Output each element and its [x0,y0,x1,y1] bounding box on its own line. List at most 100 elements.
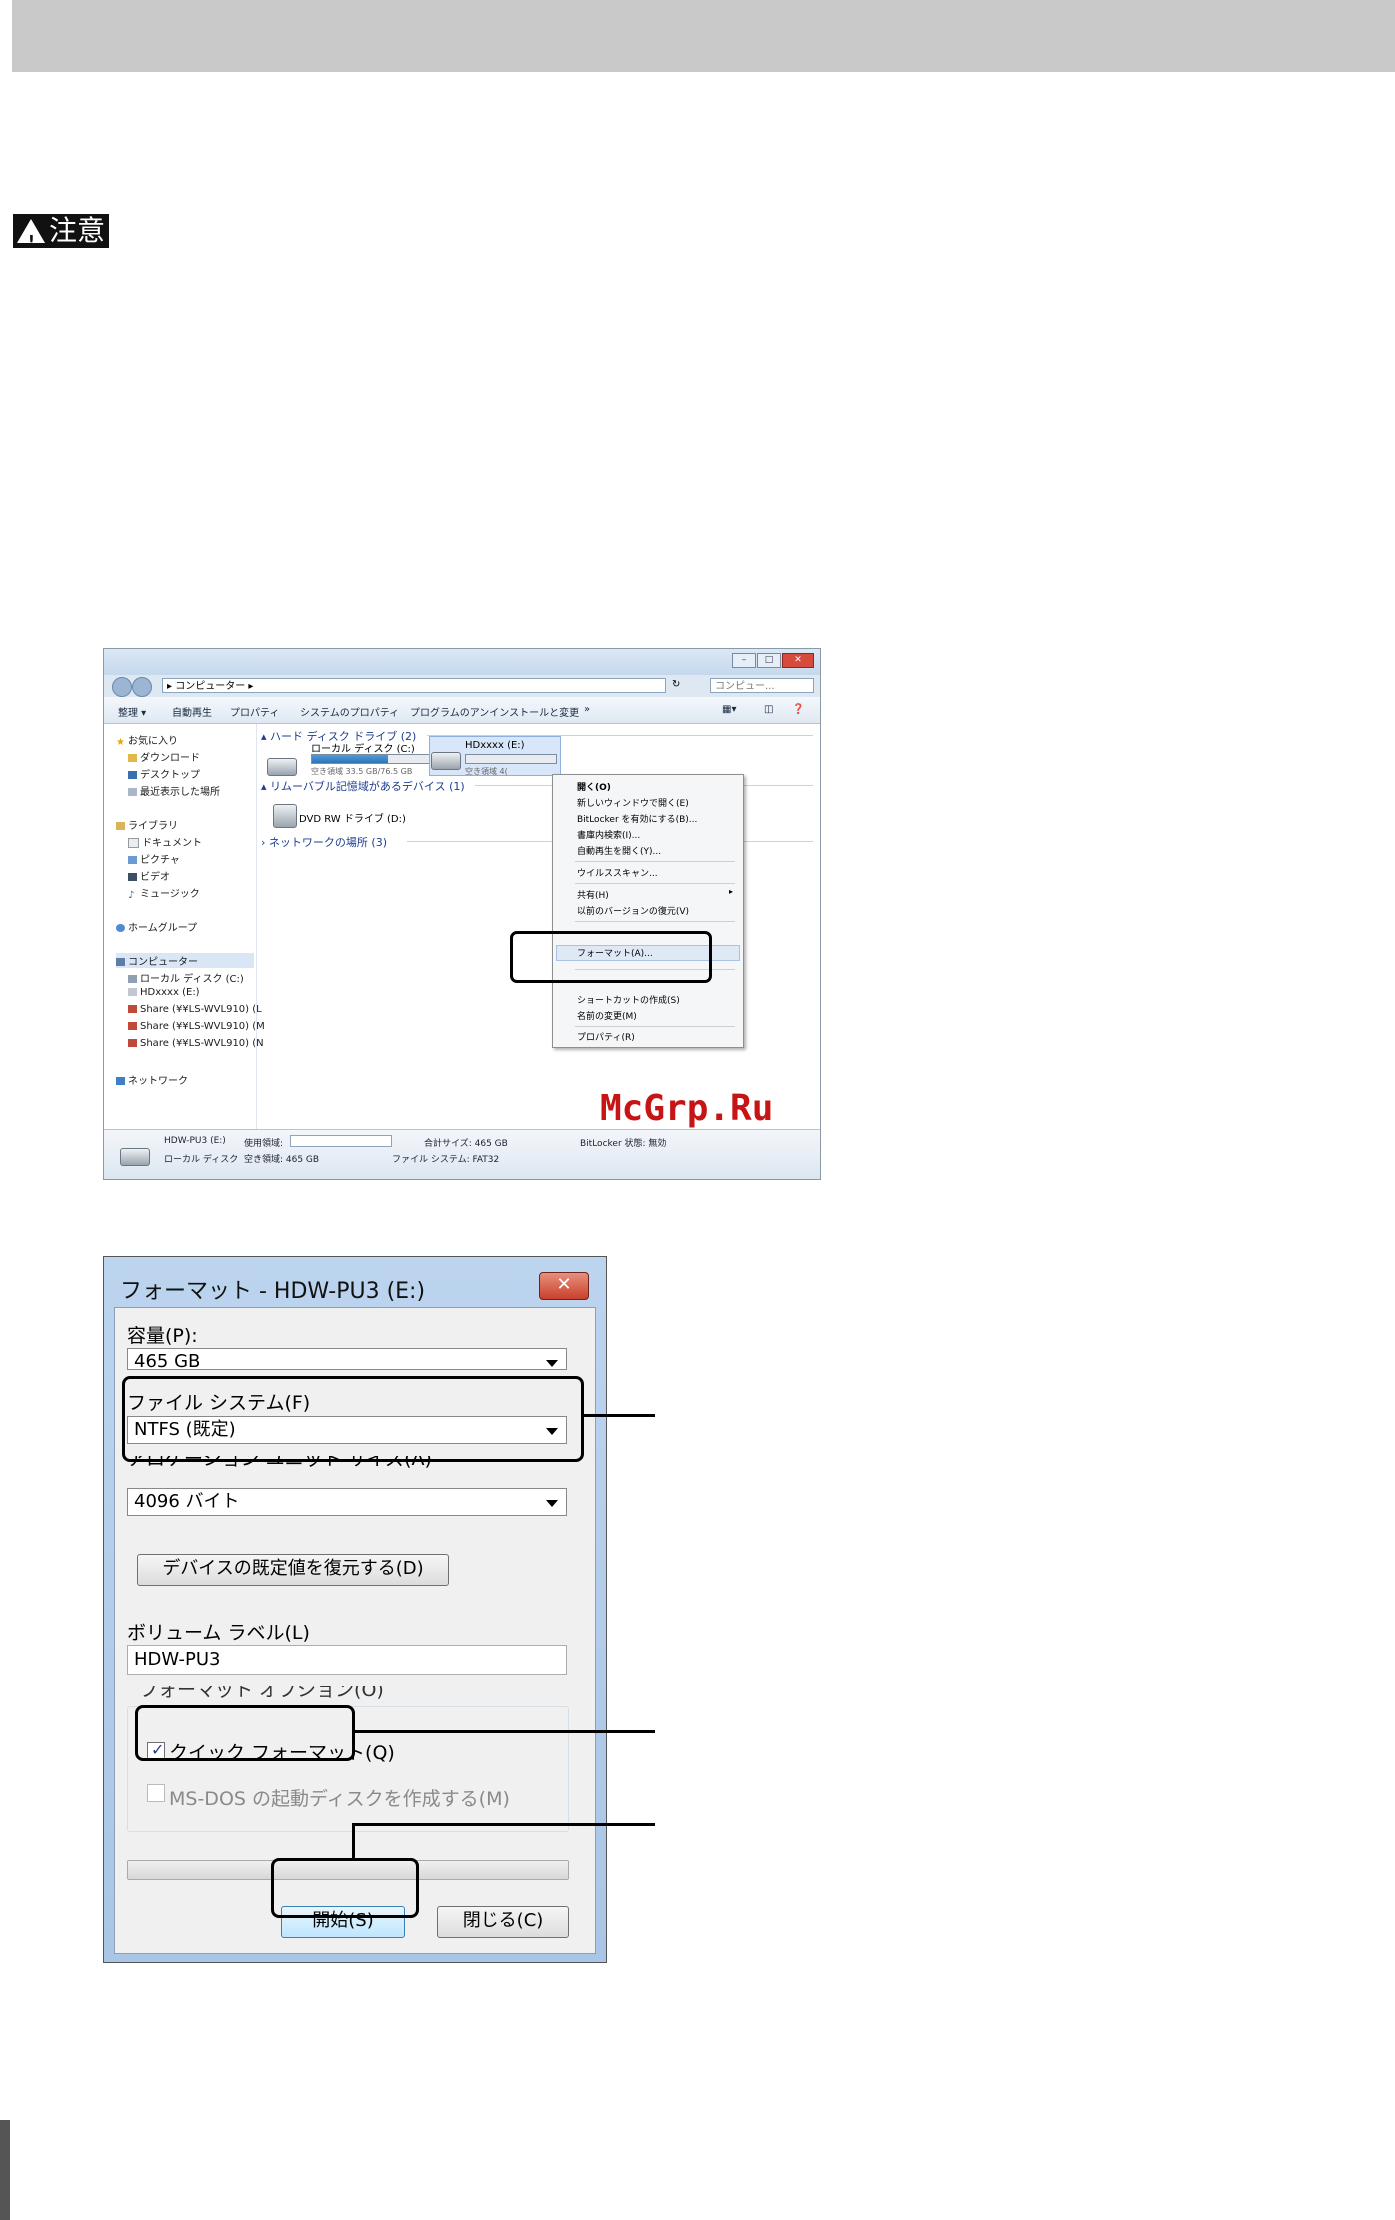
sidebar-item-share-n[interactable]: Share (¥¥LS-WVL910) (N [128,1038,264,1049]
menu-properties[interactable]: プロパティ(R) [577,1030,635,1043]
search-input[interactable]: コンピュー... [710,678,814,693]
address-bar[interactable]: ▸ コンピューター ▸ [162,678,666,693]
quick-format-callout-line [352,1730,655,1733]
sidebar-item-share-m[interactable]: Share (¥¥LS-WVL910) (M [128,1021,265,1032]
computer-icon [116,958,125,966]
sidebar-item-homegroup[interactable]: ホームグループ [116,919,197,934]
menu-bitlocker[interactable]: BitLocker を有効にする(B)... [577,812,697,825]
local-disk-free: 空き領域 33.5 GB/76.5 GB [311,767,413,776]
details-pane: HDW-PU3 (E:) 使用領域: 合計サイズ: 465 GB BitLock… [104,1129,820,1179]
music-icon: ♪ [128,890,135,901]
menu-rename[interactable]: 名前の変更(M) [577,1009,637,1022]
submenu-arrow-icon: ▸ [729,887,734,896]
caution-label: 注意 [49,214,106,247]
sidebar-item-favorites[interactable]: ★ お気に入り [116,732,178,748]
filesystem-callout-box [122,1376,584,1462]
menu-open-new-window[interactable]: 新しいウィンドウで開く(E) [577,796,689,809]
explorer-toolbar: 整理 ▾ 自動再生 プロパティ システムのプロパティ プログラムのアンインストー… [104,697,820,724]
status-drive-name: HDW-PU3 (E:) [164,1136,226,1146]
sidebar-item-music[interactable]: ♪ ミュージック [128,885,200,901]
format-options-label: フォーマット オプション(O) [139,1686,384,1700]
msdos-disk-checkbox[interactable] [147,1784,165,1802]
sidebar-item-local-disk[interactable]: ローカル ディスク (C:) [128,970,244,985]
capacity-select[interactable]: 465 GB [127,1348,567,1370]
local-disk-label[interactable]: ローカル ディスク (C:) [311,740,415,755]
start-callout-vertical-line [352,1823,355,1861]
menu-search[interactable]: 書庫内検索(I)... [577,828,640,841]
sidebar-item-share-l[interactable]: Share (¥¥LS-WVL910) (L [128,1004,262,1015]
chevron-down-icon [546,1500,558,1507]
hd-drive-free: 空き領域 4( [465,767,508,776]
preview-pane-icon[interactable]: ◫ [764,704,773,715]
toolbar-more[interactable]: » [584,704,590,715]
status-bitlocker: BitLocker 状態: 無効 [580,1139,667,1149]
context-menu: 開く(O) 新しいウィンドウで開く(E) BitLocker を有効にする(B)… [552,774,744,1048]
view-icon[interactable]: ▦▾ [722,704,736,715]
sidebar-item-pictures[interactable]: ピクチャ [128,851,180,866]
volume-label-label: ボリューム ラベル(L) [127,1622,310,1644]
network-drive-icon [128,1039,137,1047]
hd-drive-label[interactable]: HDxxxx (E:) [465,740,525,751]
sidebar-item-recent[interactable]: 最近表示した場所 [128,783,220,798]
close-icon[interactable]: ✕ [782,653,814,668]
sidebar-item-network[interactable]: ネットワーク [116,1072,188,1087]
menu-separator [575,861,735,862]
hard-drive-icon [267,758,297,776]
start-callout-box [271,1858,419,1918]
menu-restore-versions[interactable]: 以前のバージョンの復元(V) [577,904,689,917]
menu-create-shortcut[interactable]: ショートカットの作成(S) [577,993,680,1006]
group-removable[interactable]: ▴ リムーバブル記憶域があるデバイス (1) [261,778,465,794]
menu-separator [575,921,735,922]
allocation-select[interactable]: 4096 バイト [127,1488,567,1516]
status-used-label: 使用領域: [244,1139,284,1149]
status-total-size: 合計サイズ: 465 GB [424,1139,508,1149]
hd-drive-usage-bar [465,754,557,764]
document-icon [128,838,139,848]
restore-defaults-button[interactable]: デバイスの既定値を復元する(D) [137,1554,449,1586]
sidebar-item-videos[interactable]: ビデオ [128,868,170,883]
desktop-icon [128,771,137,779]
navigation-pane: ★ お気に入り ダウンロード デスクトップ 最近表示した場所 ライブラリ ドキュメ… [104,724,265,1129]
forward-icon[interactable] [132,677,152,697]
capacity-label: 容量(P): [127,1325,198,1347]
window-controls: – □ ✕ [731,653,814,668]
minimize-icon[interactable]: – [732,653,756,668]
help-icon[interactable]: ❓ [792,704,804,715]
close-icon[interactable]: ✕ [539,1272,589,1300]
toolbar-uninstall[interactable]: プログラムのアンインストールと変更 [410,704,579,719]
menu-share[interactable]: 共有(H) [577,888,609,901]
local-disk-usage-fill [312,755,389,763]
toolbar-organize[interactable]: 整理 ▾ [118,704,146,719]
msdos-disk-label: MS-DOS の起動ディスクを作成する(M) [169,1788,510,1810]
status-free-space: 空き領域: 465 GB [244,1155,320,1165]
refresh-icon[interactable]: ↻ [672,679,680,690]
maximize-icon[interactable]: □ [757,653,781,668]
drive-icon [128,988,137,996]
sidebar-item-hd-drive[interactable]: HDxxxx (E:) [128,987,200,998]
start-callout-line [352,1823,655,1826]
star-icon: ★ [116,737,125,748]
network-drive-icon [128,1022,137,1030]
status-usage-bar [290,1135,392,1147]
sidebar-item-documents[interactable]: ドキュメント [128,834,202,849]
sidebar-item-computer[interactable]: コンピューター [116,953,254,968]
volume-label-input[interactable]: HDW-PU3 [127,1645,567,1675]
sidebar-item-download[interactable]: ダウンロード [128,749,200,764]
toolbar-properties[interactable]: プロパティ [230,704,279,719]
toolbar-system-properties[interactable]: システムのプロパティ [300,704,399,719]
group-network[interactable]: › ネットワークの場所 (3) [261,834,387,850]
menu-separator [575,883,735,884]
dvd-drive-label[interactable]: DVD RW ドライブ (D:) [299,810,406,825]
status-file-system: ファイル システム: FAT32 [392,1155,500,1165]
sidebar-item-libraries[interactable]: ライブラリ [116,817,178,832]
explorer-nav-bar: ▸ コンピューター ▸ ↻ コンピュー... [104,675,820,697]
chevron-down-icon [546,1360,558,1367]
menu-autoplay[interactable]: 自動再生を開く(Y)... [577,844,661,857]
menu-virus-scan[interactable]: ウイルススキャン... [577,866,658,879]
sidebar-item-desktop[interactable]: デスクトップ [128,766,200,781]
menu-open[interactable]: 開く(O) [577,780,611,793]
video-icon [128,873,137,881]
toolbar-autoplay[interactable]: 自動再生 [172,704,212,719]
close-button[interactable]: 閉じる(C) [437,1906,569,1938]
back-icon[interactable] [112,677,132,697]
